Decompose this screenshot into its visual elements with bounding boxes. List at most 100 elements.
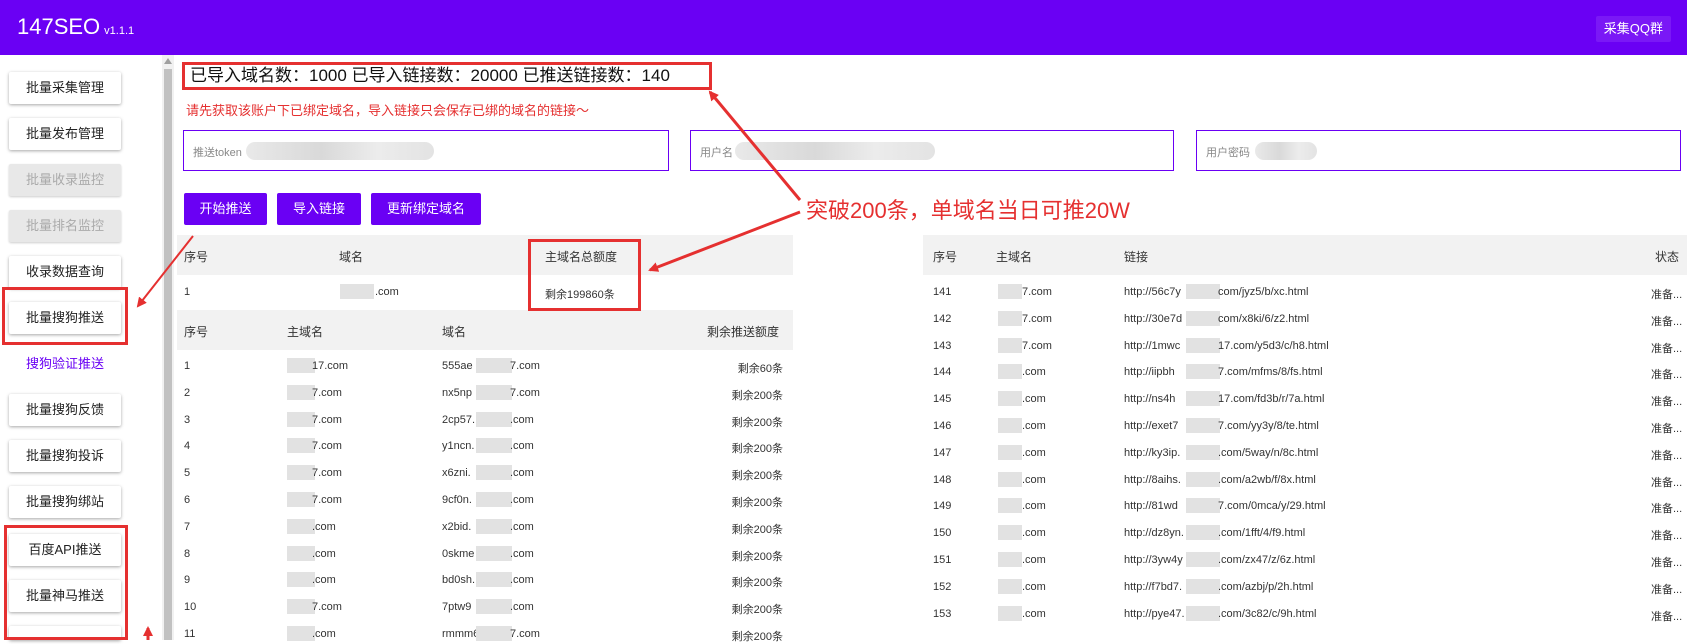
- username-label: 用户名: [700, 147, 733, 159]
- sidebar-item-sogou-complaint[interactable]: 批量搜狗投诉: [9, 440, 121, 472]
- link-row-no: 152: [933, 580, 952, 593]
- link-row-url-end[interactable]: 7.com/0mca/y/29.html: [1218, 500, 1326, 512]
- link-row-url-start[interactable]: http://81wd: [1124, 500, 1178, 512]
- link-header-status: 状态: [1655, 250, 1680, 264]
- import-links-button[interactable]: 导入链接: [277, 193, 361, 225]
- link-row-url-start[interactable]: http://iipbh: [1124, 366, 1175, 378]
- domain-row-no: 7: [184, 520, 191, 533]
- token-field[interactable]: 推送token: [183, 130, 669, 171]
- redacted-mask: [998, 364, 1022, 380]
- link-row-url-end[interactable]: com/jyz5/b/xc.html: [1218, 286, 1308, 298]
- redacted-mask: [998, 525, 1022, 541]
- quota-header-no: 序号: [184, 250, 209, 264]
- link-row-url-end[interactable]: com/x8ki/6/z2.html: [1218, 313, 1309, 325]
- link-table-header: [923, 235, 1687, 275]
- redacted-token: [246, 142, 434, 160]
- link-row-url-start[interactable]: http://pye47.: [1124, 608, 1185, 620]
- redacted-mask: [998, 418, 1022, 433]
- app-name: 147SEO: [17, 14, 101, 39]
- link-row-url-start[interactable]: http://dz8yn.: [1124, 527, 1184, 539]
- link-header-main: 主域名: [996, 250, 1033, 264]
- domain-row-domain-end: .com: [510, 547, 534, 560]
- link-row-url-start[interactable]: http://3yw4y: [1124, 554, 1183, 566]
- domain-row-domain-end: .com: [510, 494, 534, 506]
- domain-row-domain-end: .com: [510, 467, 534, 480]
- sidebar-item-batch-publish[interactable]: 批量发布管理: [9, 118, 121, 150]
- link-row-main: .com: [1022, 527, 1046, 540]
- link-row-url-end[interactable]: .com/1fft/4/f9.html: [1218, 527, 1305, 539]
- quota-row-domain: .com: [375, 286, 399, 298]
- qq-group-button[interactable]: 采集QQ群: [1595, 16, 1671, 42]
- sidebar-scrollbar[interactable]: [162, 55, 174, 640]
- redacted-mask: [998, 337, 1022, 353]
- domain-row-remain: 剩余200条: [731, 389, 783, 402]
- link-row-url-start[interactable]: http://8aihs.: [1124, 474, 1181, 486]
- app-title: 147SEO v1.1.1: [17, 14, 134, 40]
- link-row-url-end[interactable]: .com/zx47/z/6z.html: [1218, 554, 1315, 566]
- sidebar-item-index-query[interactable]: 收录数据查询: [9, 256, 121, 288]
- redacted-mask: [287, 545, 315, 561]
- sidebar-item-rank-monitor[interactable]: 批量排名监控: [9, 210, 121, 242]
- link-row-url-start[interactable]: http://f7bd7.: [1124, 581, 1182, 593]
- link-row-url-start[interactable]: http://exet7: [1124, 420, 1178, 432]
- link-row-url-end[interactable]: .com/a2wb/f/8x.html: [1218, 474, 1316, 486]
- sidebar-item-batch-collect[interactable]: 批量采集管理: [9, 72, 121, 104]
- top-bar: 147SEO v1.1.1 采集QQ群: [0, 0, 1687, 55]
- domain-row-remain: 剩余200条: [731, 443, 783, 456]
- quota-highlight-box: [528, 239, 641, 311]
- redacted-mask: [998, 310, 1022, 326]
- link-row-url-end[interactable]: 17.com/fd3b/r/7a.html: [1218, 393, 1324, 405]
- sidebar-item-index-monitor[interactable]: 批量收录监控: [9, 164, 121, 196]
- redacted-mask: [998, 284, 1022, 299]
- redacted-mask: [476, 599, 512, 615]
- password-field[interactable]: 用户密码: [1196, 130, 1681, 171]
- scroll-up-icon[interactable]: [164, 58, 172, 64]
- redacted-mask: [998, 605, 1022, 621]
- sidebar-item-sogou-feedback[interactable]: 批量搜狗反馈: [9, 394, 121, 426]
- link-row-status: 准备...: [1651, 557, 1683, 569]
- domain-row-remain: 剩余200条: [731, 523, 783, 536]
- link-row-url-start[interactable]: http://56c7y: [1124, 286, 1181, 298]
- link-row-status: 准备...: [1651, 315, 1683, 328]
- scroll-thumb[interactable]: [164, 69, 172, 640]
- sidebar-item-sogou-bind[interactable]: 批量搜狗绑站: [9, 486, 121, 518]
- link-row-no: 153: [933, 607, 952, 620]
- domain-row-domain-start: bd0sh.: [442, 574, 476, 587]
- redacted-mask: [1186, 444, 1220, 460]
- link-row-url-start[interactable]: http://1mwc: [1124, 340, 1180, 352]
- sidebar-item-sogou-verify-push[interactable]: 搜狗验证推送: [9, 348, 121, 380]
- domain-row-remain: 剩余200条: [731, 577, 783, 590]
- domain-header-main: 主域名: [287, 325, 324, 339]
- link-header-url: 链接: [1124, 250, 1149, 264]
- link-row-url-end[interactable]: .com/3c82/c/9h.html: [1218, 608, 1316, 620]
- link-row-url-start[interactable]: http://30e7d: [1124, 313, 1182, 325]
- domain-row-main: .com: [312, 628, 336, 640]
- redacted-mask: [476, 492, 512, 507]
- redacted-mask: [476, 626, 512, 641]
- domain-row-domain-end: .com: [510, 520, 534, 533]
- redacted-mask: [287, 438, 315, 454]
- username-field[interactable]: 用户名: [690, 130, 1174, 171]
- link-row-url-end[interactable]: .com/azbj/p/2h.html: [1218, 581, 1313, 593]
- start-push-button[interactable]: 开始推送: [184, 193, 267, 225]
- domain-row-main: .com: [312, 547, 336, 560]
- link-row-url-end[interactable]: 7.com/yy3y/8/te.html: [1218, 420, 1319, 432]
- redacted-mask: [287, 492, 315, 507]
- link-row-main: .com: [1022, 580, 1046, 593]
- redacted-mask: [287, 384, 315, 400]
- link-row-url-end[interactable]: .com/5way/n/8c.html: [1218, 447, 1318, 459]
- link-row-url-end[interactable]: 7.com/mfms/8/fs.html: [1218, 366, 1323, 378]
- link-row-url-start[interactable]: http://ns4h: [1124, 393, 1175, 405]
- link-row-no: 149: [933, 500, 952, 513]
- domain-row-domain-start: x6zni.: [442, 467, 471, 480]
- domain-row-remain: 剩余200条: [731, 550, 783, 563]
- redacted-mask: [287, 518, 315, 534]
- quota-header-domain: 域名: [339, 250, 364, 264]
- link-row-url-start[interactable]: http://ky3ip.: [1124, 447, 1180, 459]
- link-row-no: 151: [933, 554, 952, 566]
- refresh-bound-domains-button[interactable]: 更新绑定域名: [371, 193, 481, 225]
- link-row-main: 7.com: [1022, 286, 1052, 298]
- link-row-no: 141: [933, 286, 952, 298]
- link-row-status: 准备...: [1651, 530, 1683, 543]
- link-row-url-end[interactable]: 17.com/y5d3/c/h8.html: [1218, 340, 1329, 352]
